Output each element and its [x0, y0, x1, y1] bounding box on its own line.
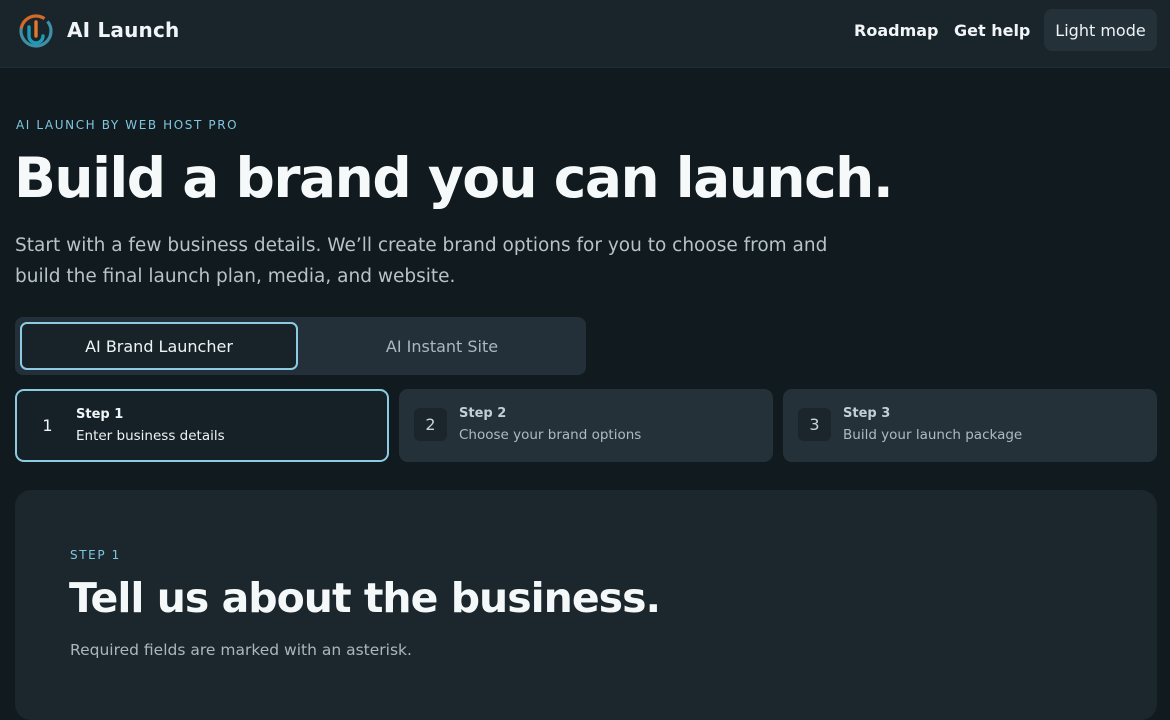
nav-get-help-link[interactable]: Get help — [954, 21, 1030, 40]
hero-subtitle: Start with a few business details. We’ll… — [15, 235, 828, 287]
step-number: 2 — [414, 408, 447, 441]
tab-ai-brand-launcher[interactable]: AI Brand Launcher — [20, 322, 298, 370]
step-card-2[interactable]: 2 Step 2 Choose your brand options — [399, 389, 773, 462]
step-card-3[interactable]: 3 Step 3 Build your launch package — [783, 389, 1157, 462]
step-label: Step 2 — [459, 406, 507, 421]
product-tabs: AI Brand Launcher AI Instant Site — [15, 317, 586, 375]
step-description: Choose your brand options — [459, 427, 642, 443]
tab-ai-instant-site[interactable]: AI Instant Site — [303, 322, 581, 370]
nav-roadmap-link[interactable]: Roadmap — [854, 21, 938, 40]
step-number: 3 — [798, 408, 831, 441]
step-description: Build your launch package — [843, 427, 1023, 443]
business-details-panel: STEP 1 Tell us about the business. Requi… — [15, 490, 1157, 720]
step-card-1[interactable]: 1 Step 1 Enter business details — [15, 389, 389, 462]
hero-eyebrow: AI LAUNCH BY WEB HOST PRO — [16, 118, 239, 132]
step-label: Step 1 — [76, 407, 124, 422]
app-title[interactable]: AI Launch — [67, 18, 180, 42]
hero-title: Build a brand you can launch. — [14, 146, 894, 210]
step-description: Enter business details — [76, 428, 225, 444]
step-label: Step 3 — [843, 406, 891, 421]
panel-title: Tell us about the business. — [69, 574, 661, 622]
light-mode-toggle-button[interactable]: Light mode — [1044, 9, 1157, 51]
required-fields-note: Required fields are marked with an aster… — [70, 641, 412, 659]
top-navigation-bar: AI Launch Roadmap Get help Light mode — [0, 0, 1170, 68]
panel-eyebrow: STEP 1 — [70, 548, 121, 562]
ai-launch-logo-icon[interactable] — [18, 13, 54, 49]
step-number: 1 — [42, 416, 53, 435]
